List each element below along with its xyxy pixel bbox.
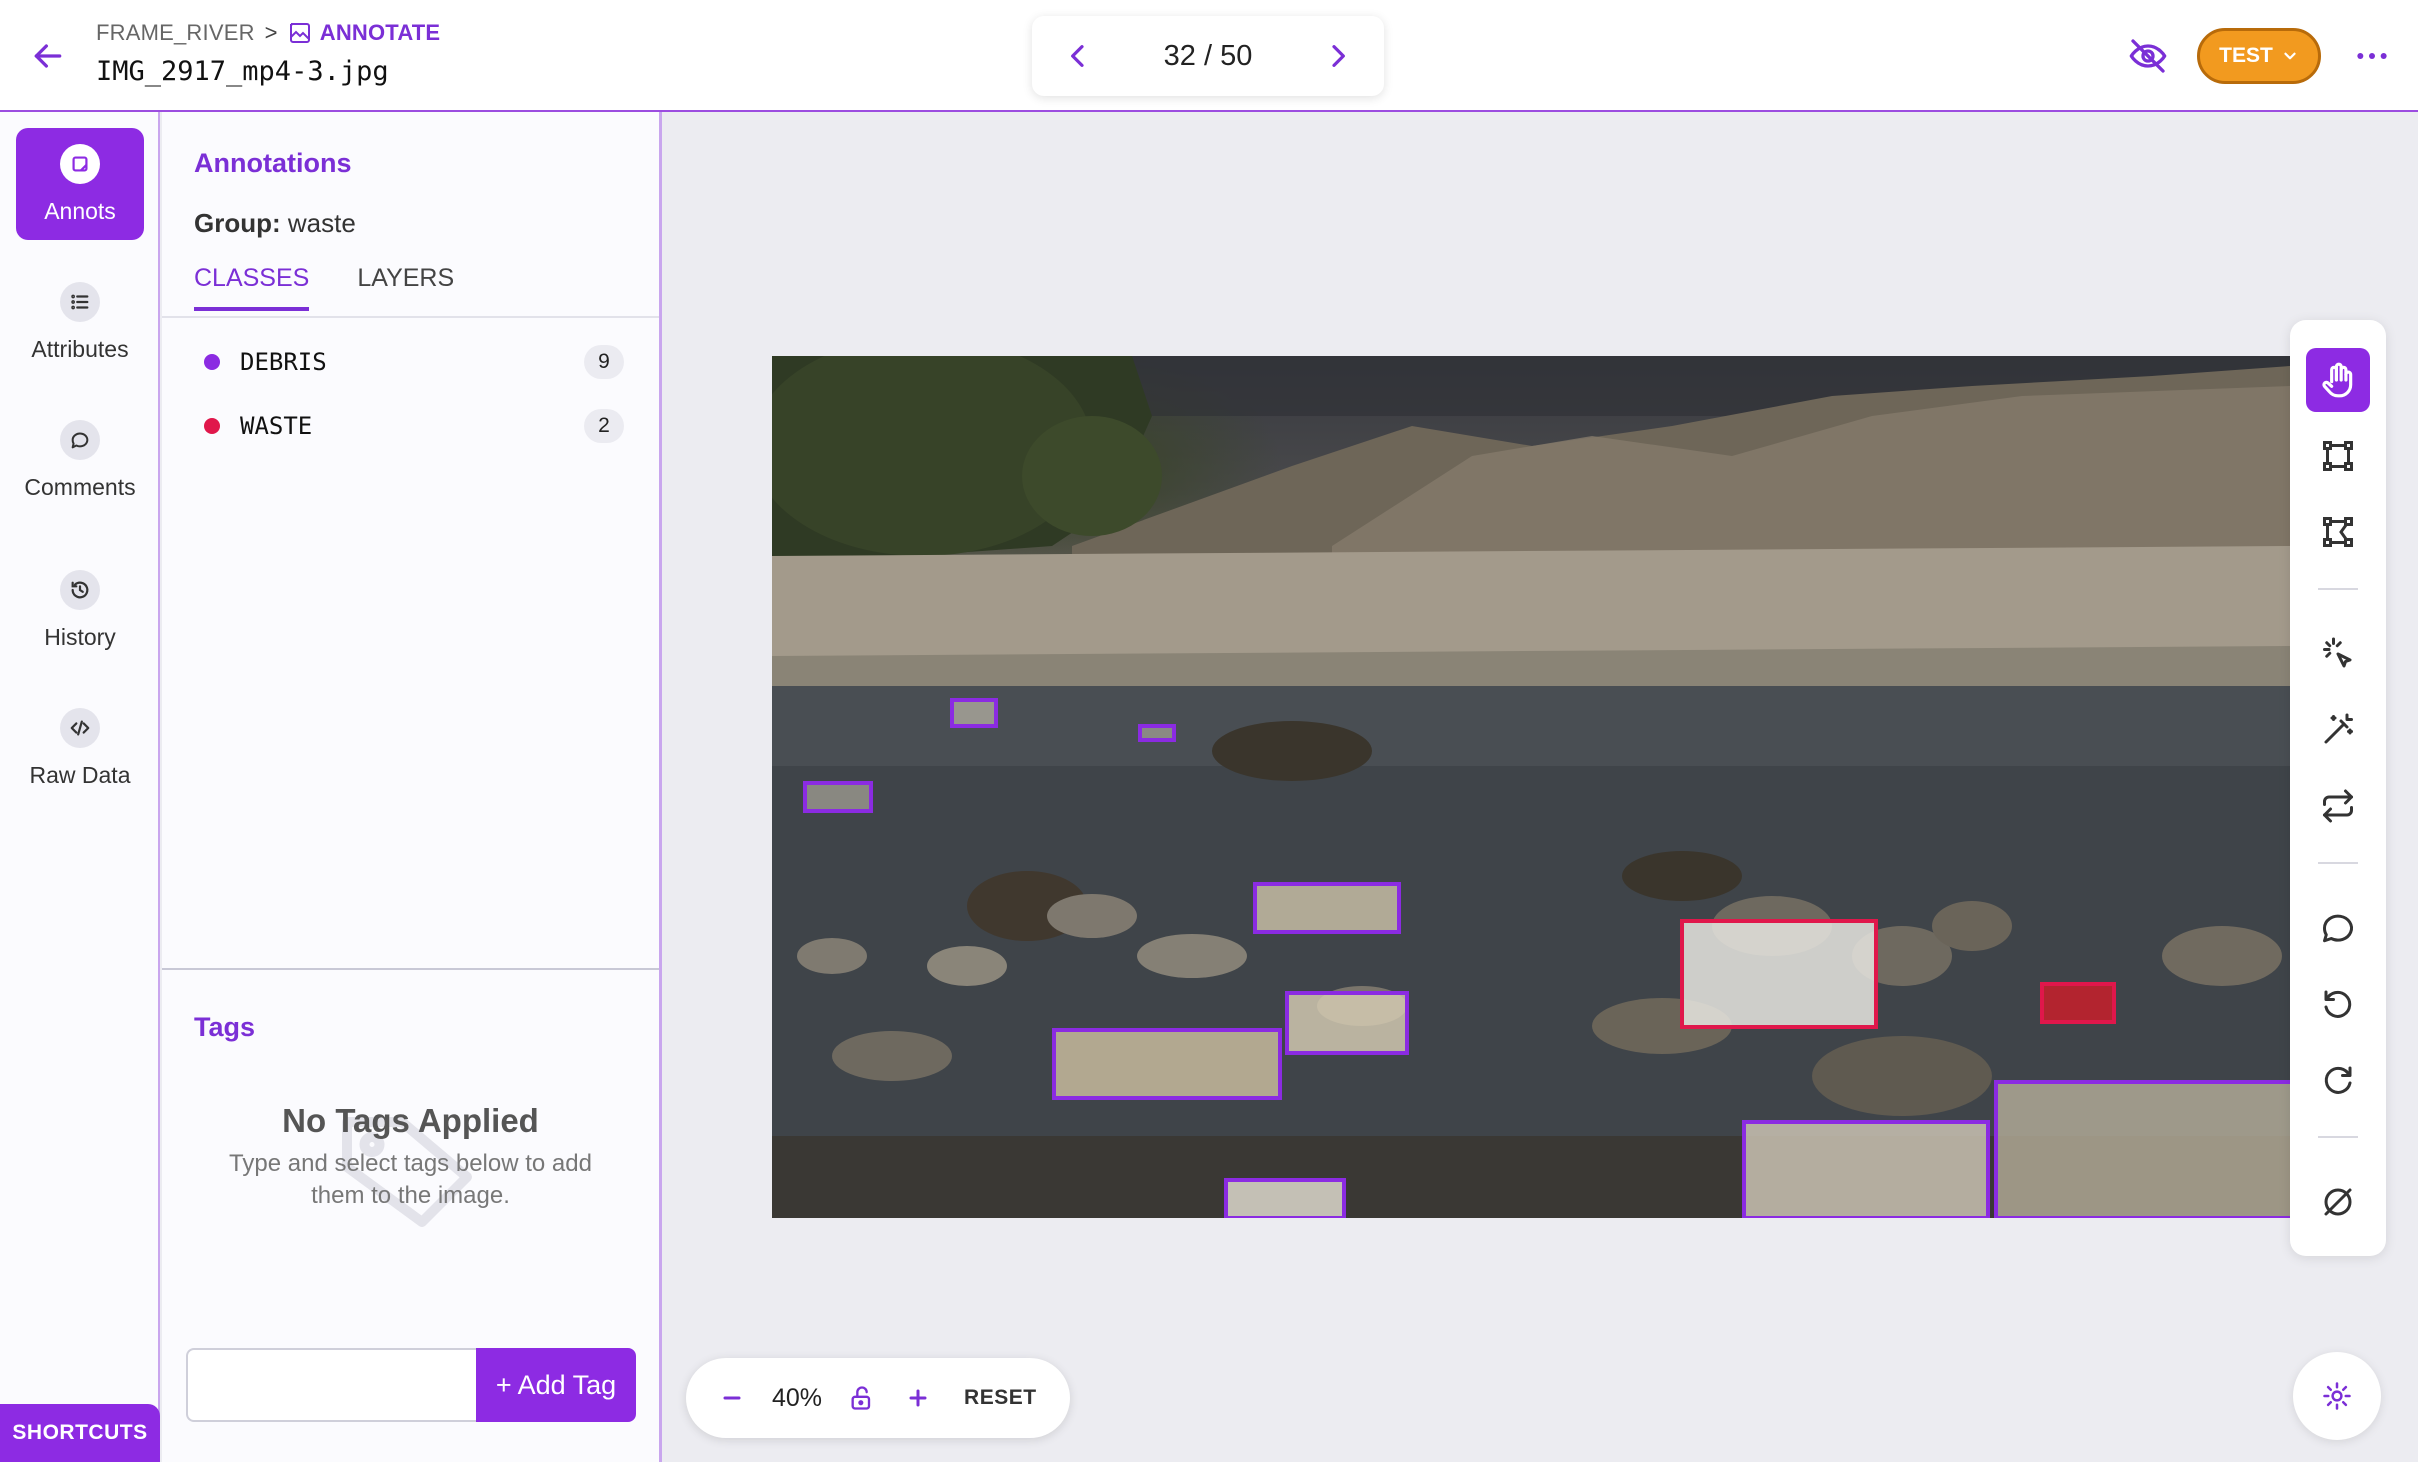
annotations-panel: Annotations Group: waste CLASSES LAYERS …: [162, 112, 662, 1462]
divider: [2318, 862, 2358, 864]
panel-title: Annotations: [194, 148, 352, 178]
list-icon: [60, 281, 100, 322]
bbox-debris[interactable]: [1052, 1028, 1282, 1100]
breadcrumb-current: ANNOTATE: [288, 20, 441, 46]
breadcrumb-separator: >: [264, 20, 278, 45]
back-arrow-icon[interactable]: [28, 36, 68, 76]
top-bar: FRAME_RIVER > ANNOTATE IMG_2917_mp4-3.jp…: [0, 0, 2418, 112]
rail-item-annots[interactable]: Annots: [16, 128, 144, 240]
smart-select-icon[interactable]: [2306, 622, 2370, 686]
class-color-dot: [204, 418, 220, 434]
bbox-debris[interactable]: [1253, 882, 1401, 934]
bbox-debris[interactable]: [1138, 724, 1176, 742]
tab-classes[interactable]: CLASSES: [194, 264, 310, 311]
shortcuts-button[interactable]: SHORTCUTS: [0, 1404, 160, 1462]
bounding-box-icon[interactable]: [2306, 424, 2370, 488]
settings-icon[interactable]: [2293, 1352, 2381, 1440]
more-options-icon[interactable]: [2352, 36, 2392, 76]
magic-wand-icon[interactable]: [2306, 698, 2370, 762]
bbox-waste[interactable]: [2040, 982, 2116, 1024]
zoom-in-icon[interactable]: [902, 1382, 934, 1414]
test-label: TEST: [2219, 44, 2273, 67]
breadcrumb: FRAME_RIVER > ANNOTATE: [96, 20, 440, 46]
code-icon: [60, 707, 100, 748]
tab-layers[interactable]: LAYERS: [357, 264, 454, 311]
tool-palette: [2290, 320, 2386, 1256]
group-info: Group: waste: [194, 208, 356, 239]
rail-item-history[interactable]: History: [16, 554, 144, 666]
breadcrumb-current-label: ANNOTATE: [319, 20, 441, 45]
tags-empty-title: No Tags Applied: [282, 1102, 539, 1139]
class-count-badge: 9: [584, 345, 624, 379]
lock-open-icon[interactable]: [846, 1382, 878, 1414]
panel-tabs: CLASSES LAYERS: [194, 264, 454, 311]
tag-input[interactable]: [186, 1348, 476, 1422]
comment-icon: [60, 419, 100, 460]
side-rail: Annots Attributes Comments History Raw D…: [0, 112, 160, 1462]
rail-item-label: Annots: [44, 197, 116, 224]
chevron-down-icon: [2284, 52, 2296, 60]
tags-title: Tags: [194, 1012, 256, 1042]
pan-hand-icon[interactable]: [2306, 348, 2370, 412]
undo-icon[interactable]: [2306, 972, 2370, 1036]
class-row-debris[interactable]: DEBRIS 9: [204, 342, 624, 382]
redo-icon[interactable]: [2306, 1048, 2370, 1112]
rail-item-attributes[interactable]: Attributes: [16, 266, 144, 378]
class-name: DEBRIS: [240, 348, 327, 376]
clear-icon[interactable]: [2306, 1170, 2370, 1234]
rail-item-comments[interactable]: Comments: [16, 404, 144, 516]
rail-item-label: History: [44, 623, 116, 650]
history-icon: [60, 569, 100, 610]
add-tag-button[interactable]: + Add Tag: [476, 1348, 636, 1422]
rail-item-label: Comments: [24, 473, 136, 500]
divider: [2318, 1136, 2358, 1138]
zoom-controls: 40% RESET: [686, 1358, 1070, 1438]
class-row-waste[interactable]: WASTE 2: [204, 406, 624, 446]
zoom-out-icon[interactable]: [716, 1382, 748, 1414]
group-value: waste: [287, 208, 356, 238]
annotate-icon: [289, 23, 310, 43]
bbox-debris[interactable]: [1742, 1120, 1990, 1218]
next-image-icon[interactable]: [1322, 40, 1354, 72]
annotated-image[interactable]: [772, 356, 2290, 1218]
breadcrumb-project[interactable]: FRAME_RIVER: [96, 20, 255, 46]
repeat-icon[interactable]: [2306, 774, 2370, 838]
rail-item-raw-data[interactable]: Raw Data: [16, 692, 144, 804]
bbox-debris[interactable]: [803, 781, 873, 813]
polygon-icon[interactable]: [2306, 500, 2370, 564]
divider: [2318, 588, 2358, 590]
rail-item-label: Attributes: [31, 335, 129, 362]
class-count-badge: 2: [584, 409, 624, 443]
bbox-debris[interactable]: [1994, 1080, 2290, 1218]
bbox-waste[interactable]: [1680, 919, 1878, 1029]
bbox-debris[interactable]: [1224, 1178, 1346, 1218]
group-label: Group:: [194, 208, 281, 238]
test-dropdown-button[interactable]: TEST: [2197, 28, 2321, 84]
class-color-dot: [204, 354, 220, 370]
rail-item-label: Raw Data: [29, 761, 131, 788]
hide-annotations-icon[interactable]: [2128, 36, 2168, 76]
divider: [162, 968, 659, 970]
divider: [162, 316, 659, 318]
tags-empty-text: Type and select tags below to add them t…: [229, 1150, 592, 1209]
file-name: IMG_2917_mp4-3.jpg: [96, 56, 389, 87]
class-name: WASTE: [240, 412, 313, 440]
bbox-debris[interactable]: [950, 698, 998, 728]
zoom-level: 40%: [772, 1383, 823, 1412]
reset-zoom-button[interactable]: RESET: [964, 1386, 1037, 1410]
previous-image-icon[interactable]: [1062, 40, 1094, 72]
image-counter: 32 / 50: [1163, 39, 1253, 72]
annotation-icon: [60, 143, 100, 184]
comment-icon[interactable]: [2306, 896, 2370, 960]
tags-empty-state: No Tags Applied Type and select tags bel…: [162, 1102, 659, 1227]
bbox-debris[interactable]: [1285, 991, 1409, 1055]
image-pager: 32 / 50: [1032, 16, 1384, 96]
